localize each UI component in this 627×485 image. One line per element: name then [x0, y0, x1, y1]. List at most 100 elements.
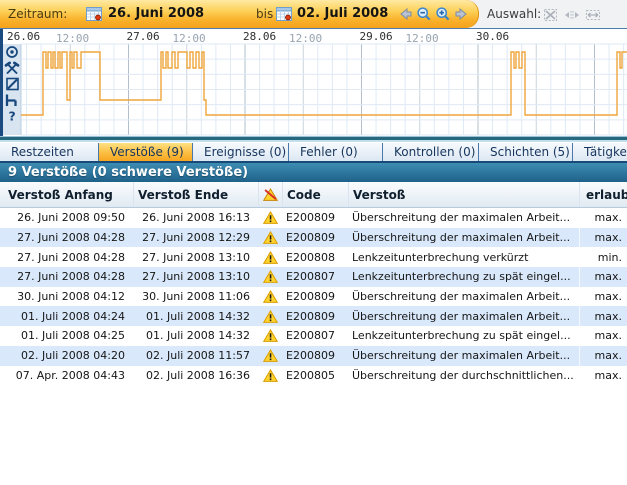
zeitraum-label: Zeitraum:	[8, 7, 67, 21]
date-from-value[interactable]: 26. Juni 2008	[108, 6, 204, 21]
column-header-severity[interactable]	[258, 182, 282, 207]
cell-allowed: max.	[579, 228, 627, 248]
cell-start: 30. Juni 2008 04:12	[0, 287, 133, 307]
violation-row[interactable]: 02. Juli 2008 04:2002. Juli 2008 11:57E2…	[0, 346, 627, 366]
activity-timeline-chart[interactable]: 26.0627.0628.0629.0630.0612:0012:0012:00…	[0, 29, 627, 136]
cell-code: E200805	[282, 366, 348, 386]
timeline-nav-group	[397, 6, 470, 22]
timeline-day-label: 29.06	[360, 30, 393, 43]
calendar-icon[interactable]	[86, 6, 103, 22]
warning-triangle-icon	[263, 290, 278, 303]
zeitraum-bar: Zeitraum: 26. Juni 2008 bis 02. Juli 200…	[0, 0, 479, 28]
warning-triangle-icon	[263, 270, 278, 283]
tab-ereignisse-0-[interactable]: Ereignisse (0)	[193, 143, 289, 162]
warning-triangle-icon	[263, 369, 278, 382]
cell-start: 27. Juni 2008 04:28	[0, 267, 133, 287]
cell-code: E200809	[282, 208, 348, 228]
cell-code: E200807	[282, 326, 348, 346]
cell-violation: Überschreitung der durchschnittlichen...	[348, 366, 579, 386]
app-window: Zeitraum: 26. Juni 2008 bis 02. Juli 200…	[0, 0, 627, 485]
tab-kontrollen-0-[interactable]: Kontrollen (0)	[383, 143, 479, 162]
tab-restzeiten[interactable]: Restzeiten	[0, 143, 99, 162]
timeline-noon-label: 12:00	[289, 32, 322, 45]
violation-row[interactable]: 07. Apr. 2008 04:4302. Juli 2008 16:36E2…	[0, 366, 627, 386]
scroll-right-button[interactable]	[454, 6, 470, 22]
zoom-in-button[interactable]	[435, 6, 451, 22]
cell-severity	[258, 346, 282, 366]
cell-allowed: max.	[579, 346, 627, 366]
cell-violation: Lenkzeitunterbrechung zu spät eingel...	[348, 267, 579, 287]
column-header-verstoss-anfang[interactable]: Verstoß Anfang	[0, 182, 133, 207]
cell-end: 02. Juli 2008 16:36	[133, 366, 258, 386]
cell-start: 27. Juni 2008 04:28	[0, 247, 133, 267]
cell-allowed: min.	[579, 247, 627, 267]
auswahl-label: Auswahl:	[487, 7, 541, 21]
severity-warning-icon	[263, 188, 278, 201]
timeline-day-label: 27.06	[127, 30, 160, 43]
cell-severity	[258, 267, 282, 287]
cell-code: E200808	[282, 247, 348, 267]
cell-allowed: max.	[579, 306, 627, 326]
zoom-out-button[interactable]	[416, 6, 432, 22]
bis-label: bis	[256, 7, 273, 21]
cell-severity	[258, 306, 282, 326]
cell-code: E200809	[282, 346, 348, 366]
cell-code: E200809	[282, 306, 348, 326]
violation-row[interactable]: 27. Juni 2008 04:2827. Juni 2008 13:10E2…	[0, 267, 627, 287]
cell-end: 30. Juni 2008 11:06	[133, 287, 258, 307]
violation-row[interactable]: 27. Juni 2008 04:2827. Juni 2008 13:10E2…	[0, 247, 627, 267]
cell-code: E200809	[282, 287, 348, 307]
cell-allowed: max.	[579, 366, 627, 386]
scroll-left-button[interactable]	[397, 6, 413, 22]
date-to-value[interactable]: 02. Juli 2008	[297, 6, 388, 21]
timeline-noon-label: 12:00	[173, 32, 206, 45]
tab-verstö-e-9-[interactable]: Verstöße (9)	[99, 143, 193, 162]
cell-violation: Überschreitung der maximalen Arbeit...	[348, 228, 579, 248]
expand-selection-icon[interactable]	[585, 7, 601, 21]
cell-violation: Überschreitung der maximalen Arbeit...	[348, 306, 579, 326]
cell-allowed: max.	[579, 287, 627, 307]
violation-row[interactable]: 26. Juni 2008 09:5026. Juni 2008 16:13 E2…	[0, 208, 627, 228]
section-title: 9 Verstöße (0 schwere Verstöße)	[0, 163, 627, 182]
cell-end: 27. Juni 2008 12:29	[133, 228, 258, 248]
cell-violation: Überschreitung der maximalen Arbeit...	[348, 287, 579, 307]
shrink-selection-icon[interactable]	[564, 7, 580, 21]
tab-bar: RestzeitenVerstöße (9)Ereignisse (0)Fehl…	[0, 142, 627, 161]
cell-end: 01. Juli 2008 14:32	[133, 306, 258, 326]
tab-tätigkeiten[interactable]: Tätigkeiten	[573, 143, 627, 162]
cell-start: 01. Juli 2008 04:24	[0, 306, 133, 326]
column-header-code[interactable]: Code	[282, 182, 348, 207]
chart-left-border	[0, 29, 3, 136]
cell-end: 01. Juli 2008 14:32	[133, 326, 258, 346]
selection-tools-group	[543, 7, 601, 21]
calendar-icon[interactable]	[276, 6, 293, 22]
cell-allowed: max.	[579, 326, 627, 346]
warning-triangle-icon	[263, 211, 278, 224]
cell-severity	[258, 366, 282, 386]
table-header: Verstoß Anfang Verstoß Ende Code Verstoß…	[0, 182, 627, 208]
clear-selection-icon[interactable]	[543, 7, 559, 21]
tab-fehler-0-[interactable]: Fehler (0)	[289, 143, 383, 162]
violation-row[interactable]: 01. Juli 2008 04:2501. Juli 2008 14:32 E2…	[0, 326, 627, 346]
column-header-erlaubt[interactable]: erlaubt	[579, 182, 627, 207]
cell-start: 26. Juni 2008 09:50	[0, 208, 133, 228]
violation-row[interactable]: 01. Juli 2008 04:2401. Juli 2008 14:32 E2…	[0, 306, 627, 326]
warning-triangle-icon	[263, 251, 278, 264]
cell-violation: Überschreitung der maximalen Arbeit...	[348, 346, 579, 366]
question-mark-icon: ?	[9, 109, 16, 124]
cell-end: 26. Juni 2008 16:13	[133, 208, 258, 228]
tab-schichten-5-[interactable]: Schichten (5)	[479, 143, 573, 162]
column-header-verstoss-ende[interactable]: Verstoß Ende	[133, 182, 258, 207]
violation-row[interactable]: 30. Juni 2008 04:1230. Juni 2008 11:06 E2…	[0, 287, 627, 307]
cell-violation: Lenkzeitunterbrechung zu spät eingel...	[348, 326, 579, 346]
cell-start: 27. Juni 2008 04:28	[0, 228, 133, 248]
column-header-verstoss[interactable]: Verstoß	[348, 182, 579, 207]
cell-severity	[258, 228, 282, 248]
cell-violation: Lenkzeitunterbrechung verkürzt	[348, 247, 579, 267]
violation-row[interactable]: 27. Juni 2008 04:2827. Juni 2008 12:29E2…	[0, 228, 627, 248]
cell-allowed: max.	[579, 267, 627, 287]
warning-triangle-icon	[263, 310, 278, 323]
cell-start: 01. Juli 2008 04:25	[0, 326, 133, 346]
cell-severity	[258, 287, 282, 307]
timeline-day-label: 30.06	[476, 30, 509, 43]
